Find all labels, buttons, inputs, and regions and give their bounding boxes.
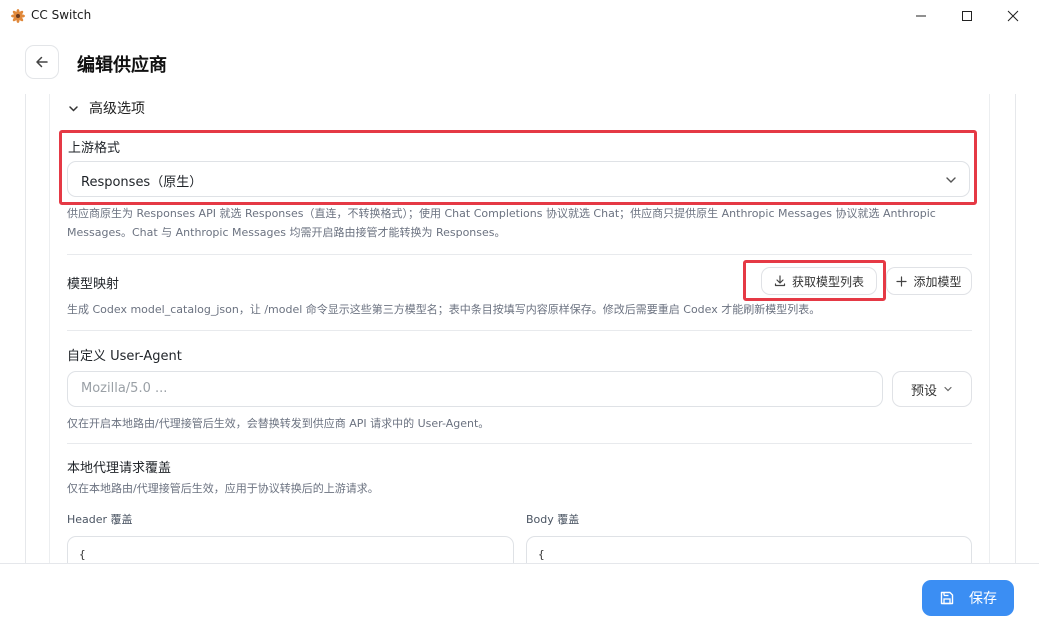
arrow-left-icon [36,56,48,68]
fetch-models-button[interactable]: 获取模型列表 [761,267,877,295]
form-content[interactable]: 高级选项 上游格式 Responses（原生） 供应商原生为 Responses… [0,94,1039,563]
advanced-options-label: 高级选项 [89,101,145,117]
download-icon [774,275,786,287]
plus-icon [896,275,908,287]
user-agent-placeholder: Mozilla/5.0 ... [81,381,168,396]
divider [67,330,972,331]
divider [67,254,972,255]
save-icon [940,591,954,605]
preset-label: 预设 [910,383,937,399]
header-override-value: { [79,548,86,561]
save-button[interactable]: 保存 [922,580,1014,616]
divider [67,443,972,444]
back-button[interactable] [25,45,59,79]
model-mapping-label: 模型映射 [67,277,120,292]
window-title: CC Switch [31,8,92,22]
footer-bar: 保存 [0,563,1039,633]
minimize-button[interactable] [898,0,944,32]
body-override-editor[interactable]: { [526,536,972,563]
close-button[interactable] [990,0,1036,32]
add-model-label: 添加模型 [913,274,962,289]
preset-dropdown[interactable]: 预设 [892,371,972,407]
chevron-down-icon [946,177,956,183]
header-override-label: Header 覆盖 [67,513,133,526]
upstream-format-value: Responses（原生） [81,175,203,190]
close-icon [1007,10,1019,22]
upstream-hint-line-2: Messages。Chat 与 Anthropic Messages 均需开启路… [67,226,506,239]
page-header: 编辑供应商 [0,32,1039,94]
chevron-down-icon [69,105,78,112]
chevron-down-icon [944,386,952,392]
body-override-value: { [538,548,545,561]
upstream-format-hint: 供应商原生为 Responses API 就选 Responses（直连，不转换… [67,204,972,242]
user-agent-label: 自定义 User-Agent [67,349,182,364]
title-bar: CC Switch [0,0,1039,32]
proxy-override-hint: 仅在本地路由/代理接管后生效，应用于协议转换后的上游请求。 [67,482,379,495]
add-model-button[interactable]: 添加模型 [886,267,972,295]
minimize-icon [916,15,926,17]
proxy-override-label: 本地代理请求覆盖 [67,461,172,476]
header-override-editor[interactable]: { [67,536,514,563]
upstream-format-select[interactable]: Responses（原生） [67,161,970,197]
app-logo-icon [11,9,25,23]
body-override-label: Body 覆盖 [526,513,580,526]
maximize-icon [962,11,972,21]
upstream-format-label: 上游格式 [68,141,121,156]
upstream-hint-line-1: 供应商原生为 Responses API 就选 Responses（直连，不转换… [67,207,936,220]
advanced-options-toggle[interactable]: 高级选项 [68,98,145,118]
page-title: 编辑供应商 [77,55,167,76]
user-agent-input[interactable]: Mozilla/5.0 ... [67,371,883,407]
maximize-button[interactable] [944,0,990,32]
save-label: 保存 [969,591,997,607]
user-agent-hint: 仅在开启本地路由/代理接管后生效，会替换转发到供应商 API 请求中的 User… [67,417,490,430]
model-mapping-hint: 生成 Codex model_catalog_json，让 /model 命令显… [67,303,821,316]
fetch-models-label: 获取模型列表 [791,274,864,289]
